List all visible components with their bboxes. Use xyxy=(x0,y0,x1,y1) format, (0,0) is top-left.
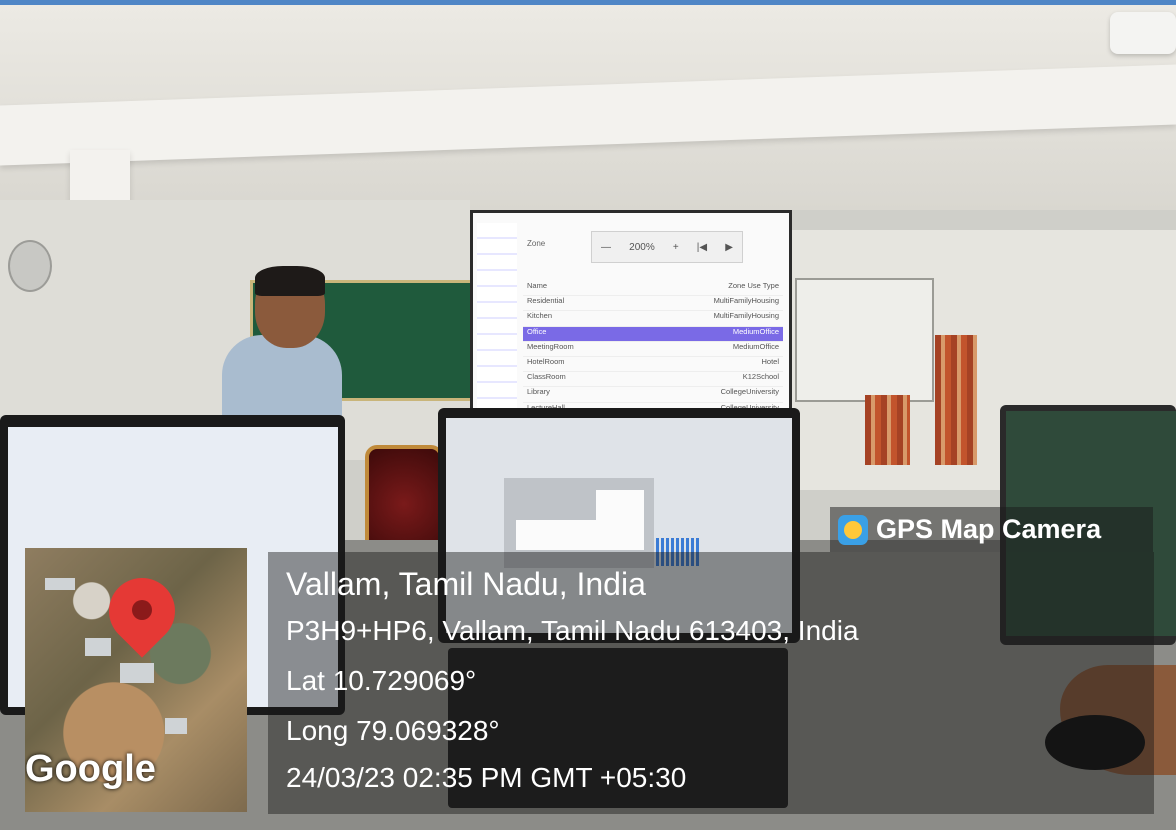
ceiling-projector xyxy=(1110,12,1176,54)
list-item-selected: Office MediumOffice xyxy=(523,326,783,342)
list-item: HotelRoom Hotel xyxy=(523,356,783,373)
zone-name: Library xyxy=(527,387,550,397)
zone-name: ClassRoom xyxy=(527,372,566,382)
zoom-level: 200% xyxy=(629,241,655,253)
zone-type: MediumOffice xyxy=(732,326,779,336)
location-pin-center xyxy=(132,600,152,620)
zoom-in-icon: + xyxy=(672,241,679,253)
curtain-right xyxy=(935,335,977,465)
projection-screen: Zone — 200% + |◀ ▶ Name Zone Use Type Re… xyxy=(470,210,792,416)
list-item: Library CollegeUniversity xyxy=(523,387,783,403)
zone-name: Kitchen xyxy=(527,311,553,321)
zone-list: Name Zone Use Type Residential MultiFamil… xyxy=(523,281,783,413)
timestamp: 24/03/23 02:35 PM GMT +05:30 xyxy=(286,762,687,793)
column-name: Name xyxy=(527,281,548,290)
zone-type: Hotel xyxy=(761,356,779,366)
gps-badge: GPS Map Camera xyxy=(830,507,1153,552)
longitude: Long 79.069328° xyxy=(286,715,500,746)
zone-type: K12School xyxy=(742,372,779,382)
zone-field-label: Zone xyxy=(527,239,546,248)
map-building xyxy=(85,638,111,656)
address: P3H9+HP6, Vallam, Tamil Nadu 613403, Ind… xyxy=(286,615,859,646)
whiteboard xyxy=(795,278,934,402)
camera-app-icon xyxy=(838,514,868,545)
zone-name: MeetingRoom xyxy=(527,341,574,351)
building-block xyxy=(516,520,596,550)
curtain-left xyxy=(865,395,910,465)
list-item: ClassRoom K12School xyxy=(523,372,783,388)
map-building xyxy=(45,578,75,590)
app-name: GPS Map Camera xyxy=(876,514,1102,544)
zoom-out-icon: — xyxy=(601,241,612,253)
map-brand: Google xyxy=(25,748,156,790)
first-page-icon: |◀ xyxy=(696,241,708,253)
tool-palette xyxy=(477,223,517,408)
zone-name: Residential xyxy=(527,296,565,306)
map-building xyxy=(120,663,154,683)
wall-fan-icon xyxy=(8,240,52,292)
list-item: Residential MultiFamilyHousing xyxy=(523,296,783,312)
speaker-hair xyxy=(255,266,325,296)
zoom-toolbar: — 200% + |◀ ▶ xyxy=(591,231,743,263)
map-building xyxy=(165,718,187,734)
satellite-map: Google xyxy=(25,548,247,812)
list-item: Kitchen MultiFamilyHousing xyxy=(523,311,783,327)
zone-name: HotelRoom xyxy=(527,356,565,366)
zone-type: MultiFamilyHousing xyxy=(713,311,779,321)
building-block xyxy=(596,490,644,550)
next-page-icon: ▶ xyxy=(725,241,733,253)
zone-type: MediumOffice xyxy=(732,341,779,351)
list-item: MeetingRoom MediumOffice xyxy=(523,342,783,357)
zone-name: Office xyxy=(527,326,547,336)
zone-type: CollegeUniversity xyxy=(720,387,779,397)
latitude: Lat 10.729069° xyxy=(286,665,477,696)
zone-type: MultiFamilyHousing xyxy=(713,296,779,306)
zone-list-header: Name Zone Use Type xyxy=(523,281,783,297)
column-zone-use-type: Zone Use Type xyxy=(728,281,779,290)
place-name: Vallam, Tamil Nadu, India xyxy=(286,566,646,602)
